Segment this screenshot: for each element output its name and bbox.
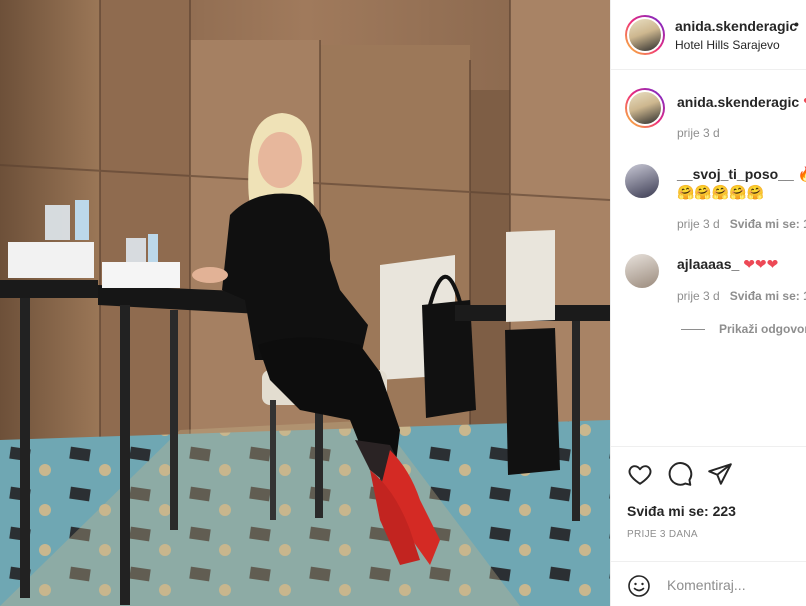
comment-item: __svoj_ti_poso__ 🔥🔥 🤗🤗🤗🤗🤗 prije 3 d Sviđa…	[611, 164, 806, 234]
post-date[interactable]: PRIJE 3 DANA	[627, 529, 698, 540]
comment-like-count[interactable]: Sviđa mi se: 1	[730, 289, 806, 303]
like-count[interactable]: Sviđa mi se: 223	[627, 503, 736, 519]
caption: anida.skenderagic ❤ prije 3 d	[611, 88, 806, 148]
comment-timestamp[interactable]: prije 3 d	[677, 217, 720, 231]
comment-meta: prije 3 d Sviđa mi se: 1	[677, 217, 806, 231]
comment-timestamp[interactable]: prije 3 d	[677, 289, 720, 303]
commenter-username[interactable]: __svoj_ti_poso__	[677, 166, 794, 182]
comment-item: ajlaaaas_ ❤❤❤ prije 3 d Sviđa mi se: 1	[611, 254, 806, 308]
post-photo[interactable]	[0, 0, 610, 606]
heart-emoji: ❤❤❤	[743, 256, 779, 272]
comment-bubble-icon[interactable]	[667, 461, 693, 487]
post-header: anida.skenderagic • Hotel Hills Sarajevo	[611, 0, 806, 70]
fire-emoji: 🔥🔥	[798, 166, 806, 182]
paper-plane-icon[interactable]	[707, 461, 733, 487]
caption-timestamp[interactable]: prije 3 d	[677, 126, 720, 140]
replies-divider-line	[681, 329, 705, 331]
action-bar: Sviđa mi se: 223 PRIJE 3 DANA	[611, 446, 806, 606]
add-comment-bar	[611, 561, 806, 606]
heart-icon[interactable]	[627, 461, 653, 487]
view-replies-button[interactable]: Prikaži odgovor	[681, 322, 806, 336]
view-replies-label: Prikaži odgovor	[719, 322, 806, 336]
post-sidebar: anida.skenderagic • Hotel Hills Sarajevo…	[610, 0, 806, 606]
smile-icon[interactable]	[627, 574, 651, 598]
comment-text: 🤗🤗🤗🤗🤗	[677, 184, 765, 200]
comment-input[interactable]	[667, 572, 806, 598]
author-username[interactable]: anida.skenderagic	[675, 18, 797, 34]
post-location[interactable]: Hotel Hills Sarajevo	[675, 38, 780, 52]
author-avatar[interactable]	[625, 15, 665, 55]
header-separator-dot: •	[794, 16, 799, 32]
commenter-avatar[interactable]	[625, 254, 659, 288]
comment-row-1: __svoj_ti_poso__ 🔥🔥	[677, 166, 806, 183]
comment-like-count[interactable]: Sviđa mi se: 1	[730, 217, 806, 231]
caption-author-avatar[interactable]	[625, 88, 665, 128]
commenter-avatar[interactable]	[625, 164, 659, 198]
commenter-username[interactable]: ajlaaaas_	[677, 256, 739, 272]
comment-row-1: ajlaaaas_ ❤❤❤	[677, 256, 778, 273]
comment-meta: prije 3 d Sviđa mi se: 1	[677, 289, 806, 303]
caption-author-username[interactable]: anida.skenderagic ❤	[677, 94, 806, 111]
